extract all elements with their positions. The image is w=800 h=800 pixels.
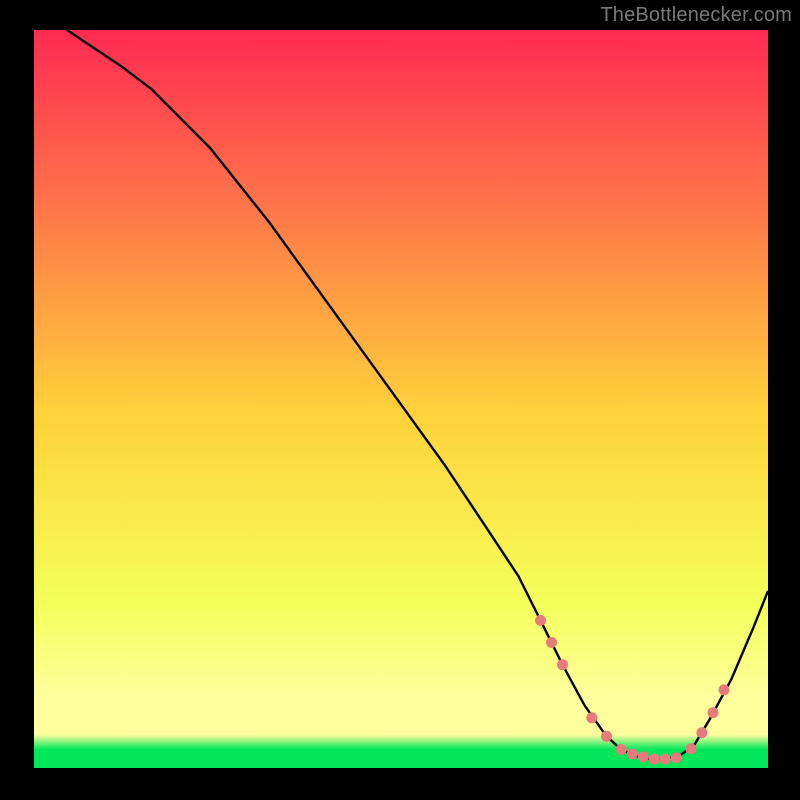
marker-dot — [616, 744, 627, 755]
bottleneck-chart — [34, 30, 768, 768]
marker-dot — [671, 752, 682, 763]
marker-dot — [649, 754, 660, 765]
marker-dot — [660, 754, 671, 765]
plot-area — [34, 30, 768, 768]
marker-dot — [696, 727, 707, 738]
marker-dot — [719, 684, 730, 695]
marker-dot — [557, 659, 568, 670]
attribution-text: TheBottlenecker.com — [600, 4, 792, 27]
marker-dot — [546, 637, 557, 648]
marker-dot — [535, 615, 546, 626]
marker-dot — [601, 731, 612, 742]
marker-dot — [586, 712, 597, 723]
chart-container: TheBottlenecker.com — [0, 0, 800, 800]
marker-dot — [685, 743, 696, 754]
marker-dot — [638, 751, 649, 762]
gradient-background — [34, 30, 768, 768]
marker-dot — [627, 749, 638, 760]
marker-dot — [708, 707, 719, 718]
